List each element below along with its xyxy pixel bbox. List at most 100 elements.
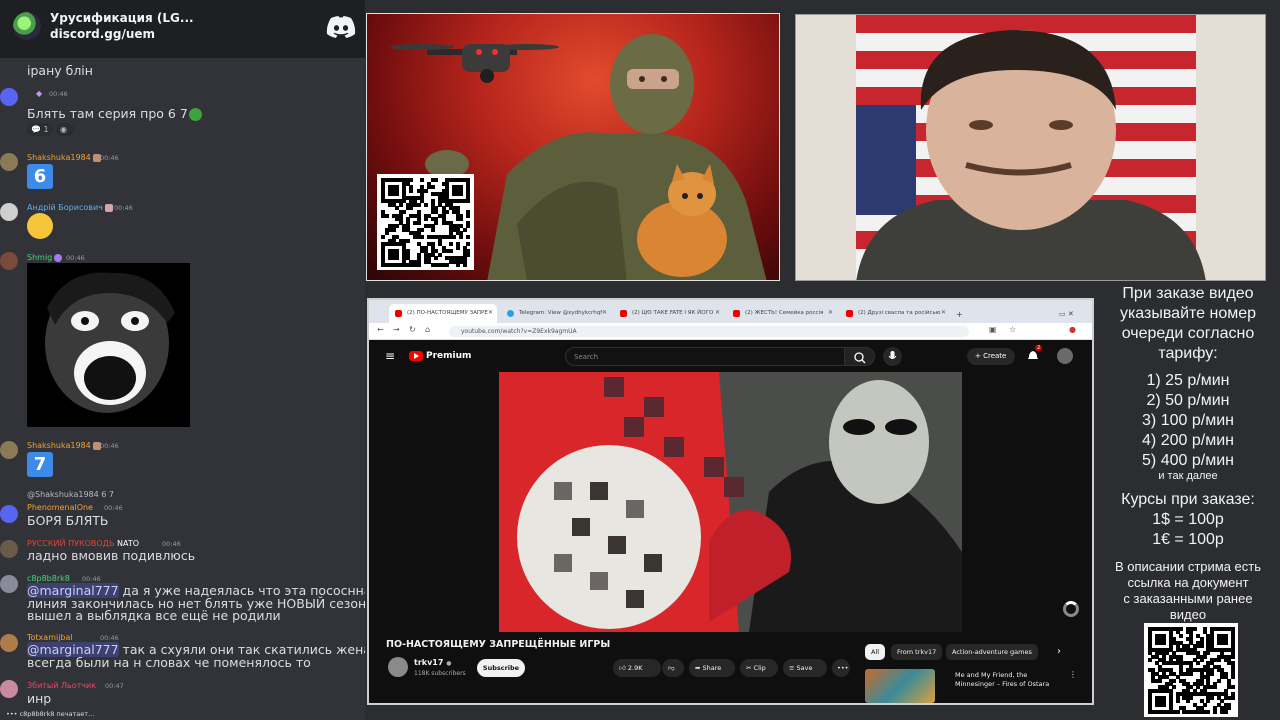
create-button[interactable]: + Create: [967, 348, 1015, 365]
search-icon: [854, 352, 866, 364]
message-text: ірану блін: [27, 63, 93, 78]
profile-icon[interactable]: ●: [1069, 325, 1076, 334]
like-button[interactable]: 👍︎ 2.9K: [613, 659, 661, 677]
chip-all[interactable]: All: [865, 644, 886, 660]
username: Shakshuka1984: [27, 441, 101, 450]
avatar: [0, 680, 18, 698]
thumbs-up-icon: 👍︎: [619, 664, 626, 672]
poster-image: [366, 13, 780, 281]
home-icon[interactable]: ⌂: [425, 325, 430, 334]
close-tab-icon[interactable]: ✕: [602, 309, 607, 316]
avatar: [0, 505, 18, 523]
message-time: 00:47: [105, 682, 124, 690]
desc-3: с заказанными ранее: [1123, 591, 1253, 606]
avatar: [0, 575, 18, 593]
chat-header: Урусификация (LG... discord.gg/uem: [0, 0, 365, 58]
tab-telegram[interactable]: Telegram: View @xydhykcrhqf ✕: [501, 304, 611, 323]
mic-button[interactable]: [883, 347, 902, 366]
tab-youtube-2[interactable]: (2) ЦЮ ТАКЕ FATE І ЯК ЙОГО ✕: [614, 304, 724, 323]
webcam-feed: [795, 14, 1266, 281]
new-tab-button[interactable]: +: [952, 304, 968, 323]
dislike-button[interactable]: 👎︎: [662, 659, 684, 677]
avatar: [0, 634, 18, 652]
extension-icon[interactable]: ▣: [989, 325, 997, 334]
username: Totxamijbal: [27, 633, 73, 642]
rate-3: 3) 100 р/мин: [1142, 412, 1234, 429]
courses-title: Курсы при заказе:: [1121, 491, 1255, 508]
recommended-title[interactable]: Me and My Friend, the Minnesinger – Fire…: [955, 671, 1065, 689]
avatar: [0, 153, 18, 171]
rates-more: и так далее: [1158, 470, 1218, 482]
tab-youtube-3[interactable]: (2) ЖЕСТЬ! Семейка россія ✕: [727, 304, 837, 323]
message-time: 00:46: [82, 575, 101, 583]
tab-youtube-4[interactable]: (2) Друзі сваспа та російсью ✕: [840, 304, 950, 323]
close-tab-icon[interactable]: ✕: [488, 309, 493, 316]
info-intro-3: очереди согласно: [1121, 325, 1255, 342]
username: Shakshuka1984: [27, 153, 101, 162]
message-time: 00:46: [100, 634, 119, 642]
more-vert-icon[interactable]: ⋮: [1069, 670, 1077, 679]
avatar: [0, 441, 18, 459]
clip-button[interactable]: ✂ Clip: [740, 659, 778, 677]
typing-indicator: ••• c8p8b8rk8 печатает...: [6, 710, 95, 718]
reload-icon[interactable]: ↻: [409, 325, 416, 334]
username: Shmig: [27, 253, 63, 262]
back-icon[interactable]: ←: [377, 325, 384, 334]
message-time: 00:46: [104, 504, 123, 512]
forward-icon[interactable]: →: [393, 325, 400, 334]
channel-avatar[interactable]: [388, 657, 408, 677]
avatar: [0, 252, 18, 270]
message-time: 00:46: [114, 204, 133, 212]
avatar: [0, 203, 18, 221]
username: PhenomenalOne: [27, 503, 93, 512]
emoji-six: 6: [27, 164, 53, 189]
reaction-speech[interactable]: 💬 1: [27, 123, 53, 136]
message-time: 00:46: [66, 254, 85, 262]
tab-youtube-video[interactable]: (2) ПО-НАСТОЯЩЕМУ ЗАПРЕ ✕: [389, 304, 497, 323]
chevron-right-icon[interactable]: ›: [1057, 646, 1061, 657]
desc-2: ссылка на документ: [1127, 575, 1249, 590]
username: Андрій Борисович: [27, 203, 113, 212]
bookmark-icon[interactable]: ☆: [1009, 325, 1016, 334]
notifications-bell-icon[interactable]: [1027, 350, 1039, 362]
save-button[interactable]: ≡ Save: [783, 659, 827, 677]
url-field[interactable]: youtube.com/watch?v=Z9Exk9agmUA: [449, 326, 969, 337]
desc-4: видео: [1169, 607, 1207, 622]
server-invite[interactable]: discord.gg/uem: [50, 27, 155, 41]
account-avatar[interactable]: [1057, 348, 1073, 364]
search-button[interactable]: [845, 347, 875, 366]
avatar: [0, 540, 18, 558]
close-tab-icon[interactable]: ✕: [941, 309, 946, 316]
server-icon: [13, 12, 41, 40]
close-tab-icon[interactable]: ✕: [828, 309, 833, 316]
message-text: БОРЯ БЛЯТЬ: [27, 513, 109, 528]
menu-icon[interactable]: ≡: [385, 349, 395, 363]
channel-name[interactable]: trkv17 ●: [414, 658, 451, 667]
chip-action-adventure[interactable]: Action-adventure games: [946, 644, 1038, 660]
course-usd: 1$ = 100р: [1152, 511, 1224, 528]
close-tab-icon[interactable]: ✕: [715, 309, 720, 316]
drone-icon: [390, 44, 559, 83]
emoji-seven: 7: [27, 452, 53, 477]
more-actions-button[interactable]: •••: [832, 659, 850, 677]
message-time: 00:46: [100, 442, 119, 450]
subscribe-button[interactable]: Subscribe: [477, 659, 525, 677]
order-info-panel: При заказе видео указывайте номер очеред…: [1096, 280, 1280, 720]
address-bar-row: ← → ↻ ⌂ youtube.com/watch?v=Z9Exk9agmUA …: [369, 323, 1092, 340]
video-player[interactable]: [499, 372, 962, 632]
message-text: Блять там серия про 6 7: [27, 107, 202, 121]
youtube-logo-icon[interactable]: [409, 351, 423, 361]
browser-window: (2) ПО-НАСТОЯЩЕМУ ЗАПРЕ ✕ Telegram: View …: [367, 298, 1094, 705]
chip-from-channel[interactable]: From trkv17: [891, 644, 943, 660]
loading-spinner-icon: [1063, 601, 1079, 617]
share-button[interactable]: ➦ Share: [689, 659, 735, 677]
recommended-thumbnail[interactable]: [865, 669, 935, 703]
username: РУССКИЙ ПУКОВОДЬ NATO: [27, 539, 140, 548]
reaction-emoji[interactable]: ◉: [56, 123, 74, 136]
username: Збитый Льотчик: [27, 681, 97, 690]
username: ◆: [36, 89, 43, 98]
avatar: [0, 88, 18, 106]
notification-count: 2: [1035, 345, 1043, 351]
window-controls[interactable]: ▭ ✕: [1059, 304, 1089, 323]
search-input[interactable]: Search: [565, 347, 845, 366]
